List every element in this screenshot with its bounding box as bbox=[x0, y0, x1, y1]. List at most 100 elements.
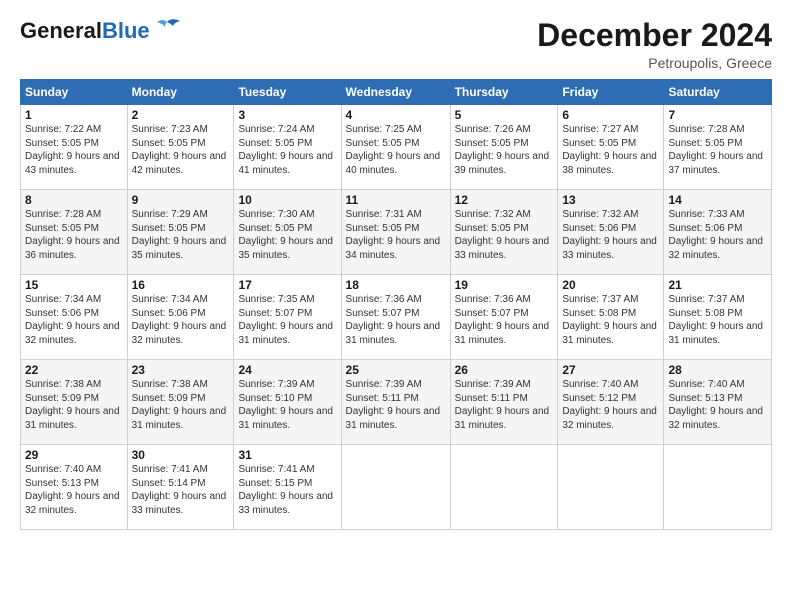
calendar-week-row: 29 Sunrise: 7:40 AMSunset: 5:13 PMDaylig… bbox=[21, 445, 772, 530]
day-detail: Sunrise: 7:30 AMSunset: 5:05 PMDaylight:… bbox=[238, 209, 333, 261]
page: GeneralBlue December 2024 Petroupolis, G… bbox=[0, 0, 792, 612]
day-detail: Sunrise: 7:36 AMSunset: 5:07 PMDaylight:… bbox=[346, 294, 441, 346]
day-number: 12 bbox=[455, 193, 554, 207]
day-number: 1 bbox=[25, 108, 123, 122]
table-row: 27 Sunrise: 7:40 AMSunset: 5:12 PMDaylig… bbox=[558, 360, 664, 445]
day-detail: Sunrise: 7:39 AMSunset: 5:11 PMDaylight:… bbox=[455, 379, 550, 431]
logo-general: General bbox=[20, 18, 102, 43]
day-number: 14 bbox=[668, 193, 767, 207]
day-number: 21 bbox=[668, 278, 767, 292]
day-number: 3 bbox=[238, 108, 336, 122]
day-number: 5 bbox=[455, 108, 554, 122]
day-number: 23 bbox=[132, 363, 230, 377]
table-row: 19 Sunrise: 7:36 AMSunset: 5:07 PMDaylig… bbox=[450, 275, 558, 360]
day-detail: Sunrise: 7:40 AMSunset: 5:13 PMDaylight:… bbox=[25, 464, 120, 516]
calendar-week-row: 8 Sunrise: 7:28 AMSunset: 5:05 PMDayligh… bbox=[21, 190, 772, 275]
table-row: 20 Sunrise: 7:37 AMSunset: 5:08 PMDaylig… bbox=[558, 275, 664, 360]
table-row: 4 Sunrise: 7:25 AMSunset: 5:05 PMDayligh… bbox=[341, 105, 450, 190]
logo: GeneralBlue bbox=[20, 18, 181, 44]
table-row bbox=[450, 445, 558, 530]
calendar-week-row: 22 Sunrise: 7:38 AMSunset: 5:09 PMDaylig… bbox=[21, 360, 772, 445]
table-row: 30 Sunrise: 7:41 AMSunset: 5:14 PMDaylig… bbox=[127, 445, 234, 530]
table-row: 23 Sunrise: 7:38 AMSunset: 5:09 PMDaylig… bbox=[127, 360, 234, 445]
day-number: 15 bbox=[25, 278, 123, 292]
location: Petroupolis, Greece bbox=[537, 55, 772, 71]
col-saturday: Saturday bbox=[664, 80, 772, 105]
day-detail: Sunrise: 7:33 AMSunset: 5:06 PMDaylight:… bbox=[668, 209, 763, 261]
col-thursday: Thursday bbox=[450, 80, 558, 105]
day-number: 16 bbox=[132, 278, 230, 292]
table-row: 22 Sunrise: 7:38 AMSunset: 5:09 PMDaylig… bbox=[21, 360, 128, 445]
day-detail: Sunrise: 7:32 AMSunset: 5:05 PMDaylight:… bbox=[455, 209, 550, 261]
day-number: 17 bbox=[238, 278, 336, 292]
day-detail: Sunrise: 7:28 AMSunset: 5:05 PMDaylight:… bbox=[25, 209, 120, 261]
day-detail: Sunrise: 7:34 AMSunset: 5:06 PMDaylight:… bbox=[132, 294, 227, 346]
day-detail: Sunrise: 7:31 AMSunset: 5:05 PMDaylight:… bbox=[346, 209, 441, 261]
table-row: 26 Sunrise: 7:39 AMSunset: 5:11 PMDaylig… bbox=[450, 360, 558, 445]
calendar-week-row: 15 Sunrise: 7:34 AMSunset: 5:06 PMDaylig… bbox=[21, 275, 772, 360]
col-sunday: Sunday bbox=[21, 80, 128, 105]
table-row: 25 Sunrise: 7:39 AMSunset: 5:11 PMDaylig… bbox=[341, 360, 450, 445]
day-number: 6 bbox=[562, 108, 659, 122]
calendar-header-row: Sunday Monday Tuesday Wednesday Thursday… bbox=[21, 80, 772, 105]
table-row: 13 Sunrise: 7:32 AMSunset: 5:06 PMDaylig… bbox=[558, 190, 664, 275]
table-row: 14 Sunrise: 7:33 AMSunset: 5:06 PMDaylig… bbox=[664, 190, 772, 275]
col-monday: Monday bbox=[127, 80, 234, 105]
day-detail: Sunrise: 7:39 AMSunset: 5:10 PMDaylight:… bbox=[238, 379, 333, 431]
table-row: 21 Sunrise: 7:37 AMSunset: 5:08 PMDaylig… bbox=[664, 275, 772, 360]
day-detail: Sunrise: 7:37 AMSunset: 5:08 PMDaylight:… bbox=[668, 294, 763, 346]
table-row: 29 Sunrise: 7:40 AMSunset: 5:13 PMDaylig… bbox=[21, 445, 128, 530]
day-number: 2 bbox=[132, 108, 230, 122]
table-row: 10 Sunrise: 7:30 AMSunset: 5:05 PMDaylig… bbox=[234, 190, 341, 275]
table-row: 7 Sunrise: 7:28 AMSunset: 5:05 PMDayligh… bbox=[664, 105, 772, 190]
day-detail: Sunrise: 7:41 AMSunset: 5:15 PMDaylight:… bbox=[238, 464, 333, 516]
title-block: December 2024 Petroupolis, Greece bbox=[537, 18, 772, 71]
day-number: 4 bbox=[346, 108, 446, 122]
table-row bbox=[558, 445, 664, 530]
table-row: 31 Sunrise: 7:41 AMSunset: 5:15 PMDaylig… bbox=[234, 445, 341, 530]
day-detail: Sunrise: 7:38 AMSunset: 5:09 PMDaylight:… bbox=[132, 379, 227, 431]
col-friday: Friday bbox=[558, 80, 664, 105]
day-number: 8 bbox=[25, 193, 123, 207]
day-detail: Sunrise: 7:39 AMSunset: 5:11 PMDaylight:… bbox=[346, 379, 441, 431]
table-row: 18 Sunrise: 7:36 AMSunset: 5:07 PMDaylig… bbox=[341, 275, 450, 360]
day-detail: Sunrise: 7:40 AMSunset: 5:12 PMDaylight:… bbox=[562, 379, 657, 431]
day-detail: Sunrise: 7:32 AMSunset: 5:06 PMDaylight:… bbox=[562, 209, 657, 261]
day-number: 31 bbox=[238, 448, 336, 462]
day-detail: Sunrise: 7:37 AMSunset: 5:08 PMDaylight:… bbox=[562, 294, 657, 346]
table-row: 17 Sunrise: 7:35 AMSunset: 5:07 PMDaylig… bbox=[234, 275, 341, 360]
day-number: 24 bbox=[238, 363, 336, 377]
table-row: 2 Sunrise: 7:23 AMSunset: 5:05 PMDayligh… bbox=[127, 105, 234, 190]
day-detail: Sunrise: 7:29 AMSunset: 5:05 PMDaylight:… bbox=[132, 209, 227, 261]
header: GeneralBlue December 2024 Petroupolis, G… bbox=[20, 18, 772, 71]
day-detail: Sunrise: 7:28 AMSunset: 5:05 PMDaylight:… bbox=[668, 124, 763, 176]
calendar-week-row: 1 Sunrise: 7:22 AMSunset: 5:05 PMDayligh… bbox=[21, 105, 772, 190]
day-detail: Sunrise: 7:22 AMSunset: 5:05 PMDaylight:… bbox=[25, 124, 120, 176]
day-detail: Sunrise: 7:36 AMSunset: 5:07 PMDaylight:… bbox=[455, 294, 550, 346]
table-row: 6 Sunrise: 7:27 AMSunset: 5:05 PMDayligh… bbox=[558, 105, 664, 190]
day-number: 27 bbox=[562, 363, 659, 377]
table-row bbox=[341, 445, 450, 530]
table-row: 12 Sunrise: 7:32 AMSunset: 5:05 PMDaylig… bbox=[450, 190, 558, 275]
day-number: 19 bbox=[455, 278, 554, 292]
day-number: 26 bbox=[455, 363, 554, 377]
day-detail: Sunrise: 7:23 AMSunset: 5:05 PMDaylight:… bbox=[132, 124, 227, 176]
day-number: 29 bbox=[25, 448, 123, 462]
day-number: 28 bbox=[668, 363, 767, 377]
month-title: December 2024 bbox=[537, 18, 772, 53]
day-detail: Sunrise: 7:24 AMSunset: 5:05 PMDaylight:… bbox=[238, 124, 333, 176]
table-row bbox=[664, 445, 772, 530]
table-row: 8 Sunrise: 7:28 AMSunset: 5:05 PMDayligh… bbox=[21, 190, 128, 275]
day-number: 9 bbox=[132, 193, 230, 207]
day-detail: Sunrise: 7:38 AMSunset: 5:09 PMDaylight:… bbox=[25, 379, 120, 431]
table-row: 1 Sunrise: 7:22 AMSunset: 5:05 PMDayligh… bbox=[21, 105, 128, 190]
day-number: 20 bbox=[562, 278, 659, 292]
table-row: 28 Sunrise: 7:40 AMSunset: 5:13 PMDaylig… bbox=[664, 360, 772, 445]
logo-blue: Blue bbox=[102, 18, 150, 43]
day-number: 7 bbox=[668, 108, 767, 122]
day-number: 30 bbox=[132, 448, 230, 462]
table-row: 9 Sunrise: 7:29 AMSunset: 5:05 PMDayligh… bbox=[127, 190, 234, 275]
day-number: 11 bbox=[346, 193, 446, 207]
logo-bird-icon bbox=[153, 18, 181, 40]
col-wednesday: Wednesday bbox=[341, 80, 450, 105]
